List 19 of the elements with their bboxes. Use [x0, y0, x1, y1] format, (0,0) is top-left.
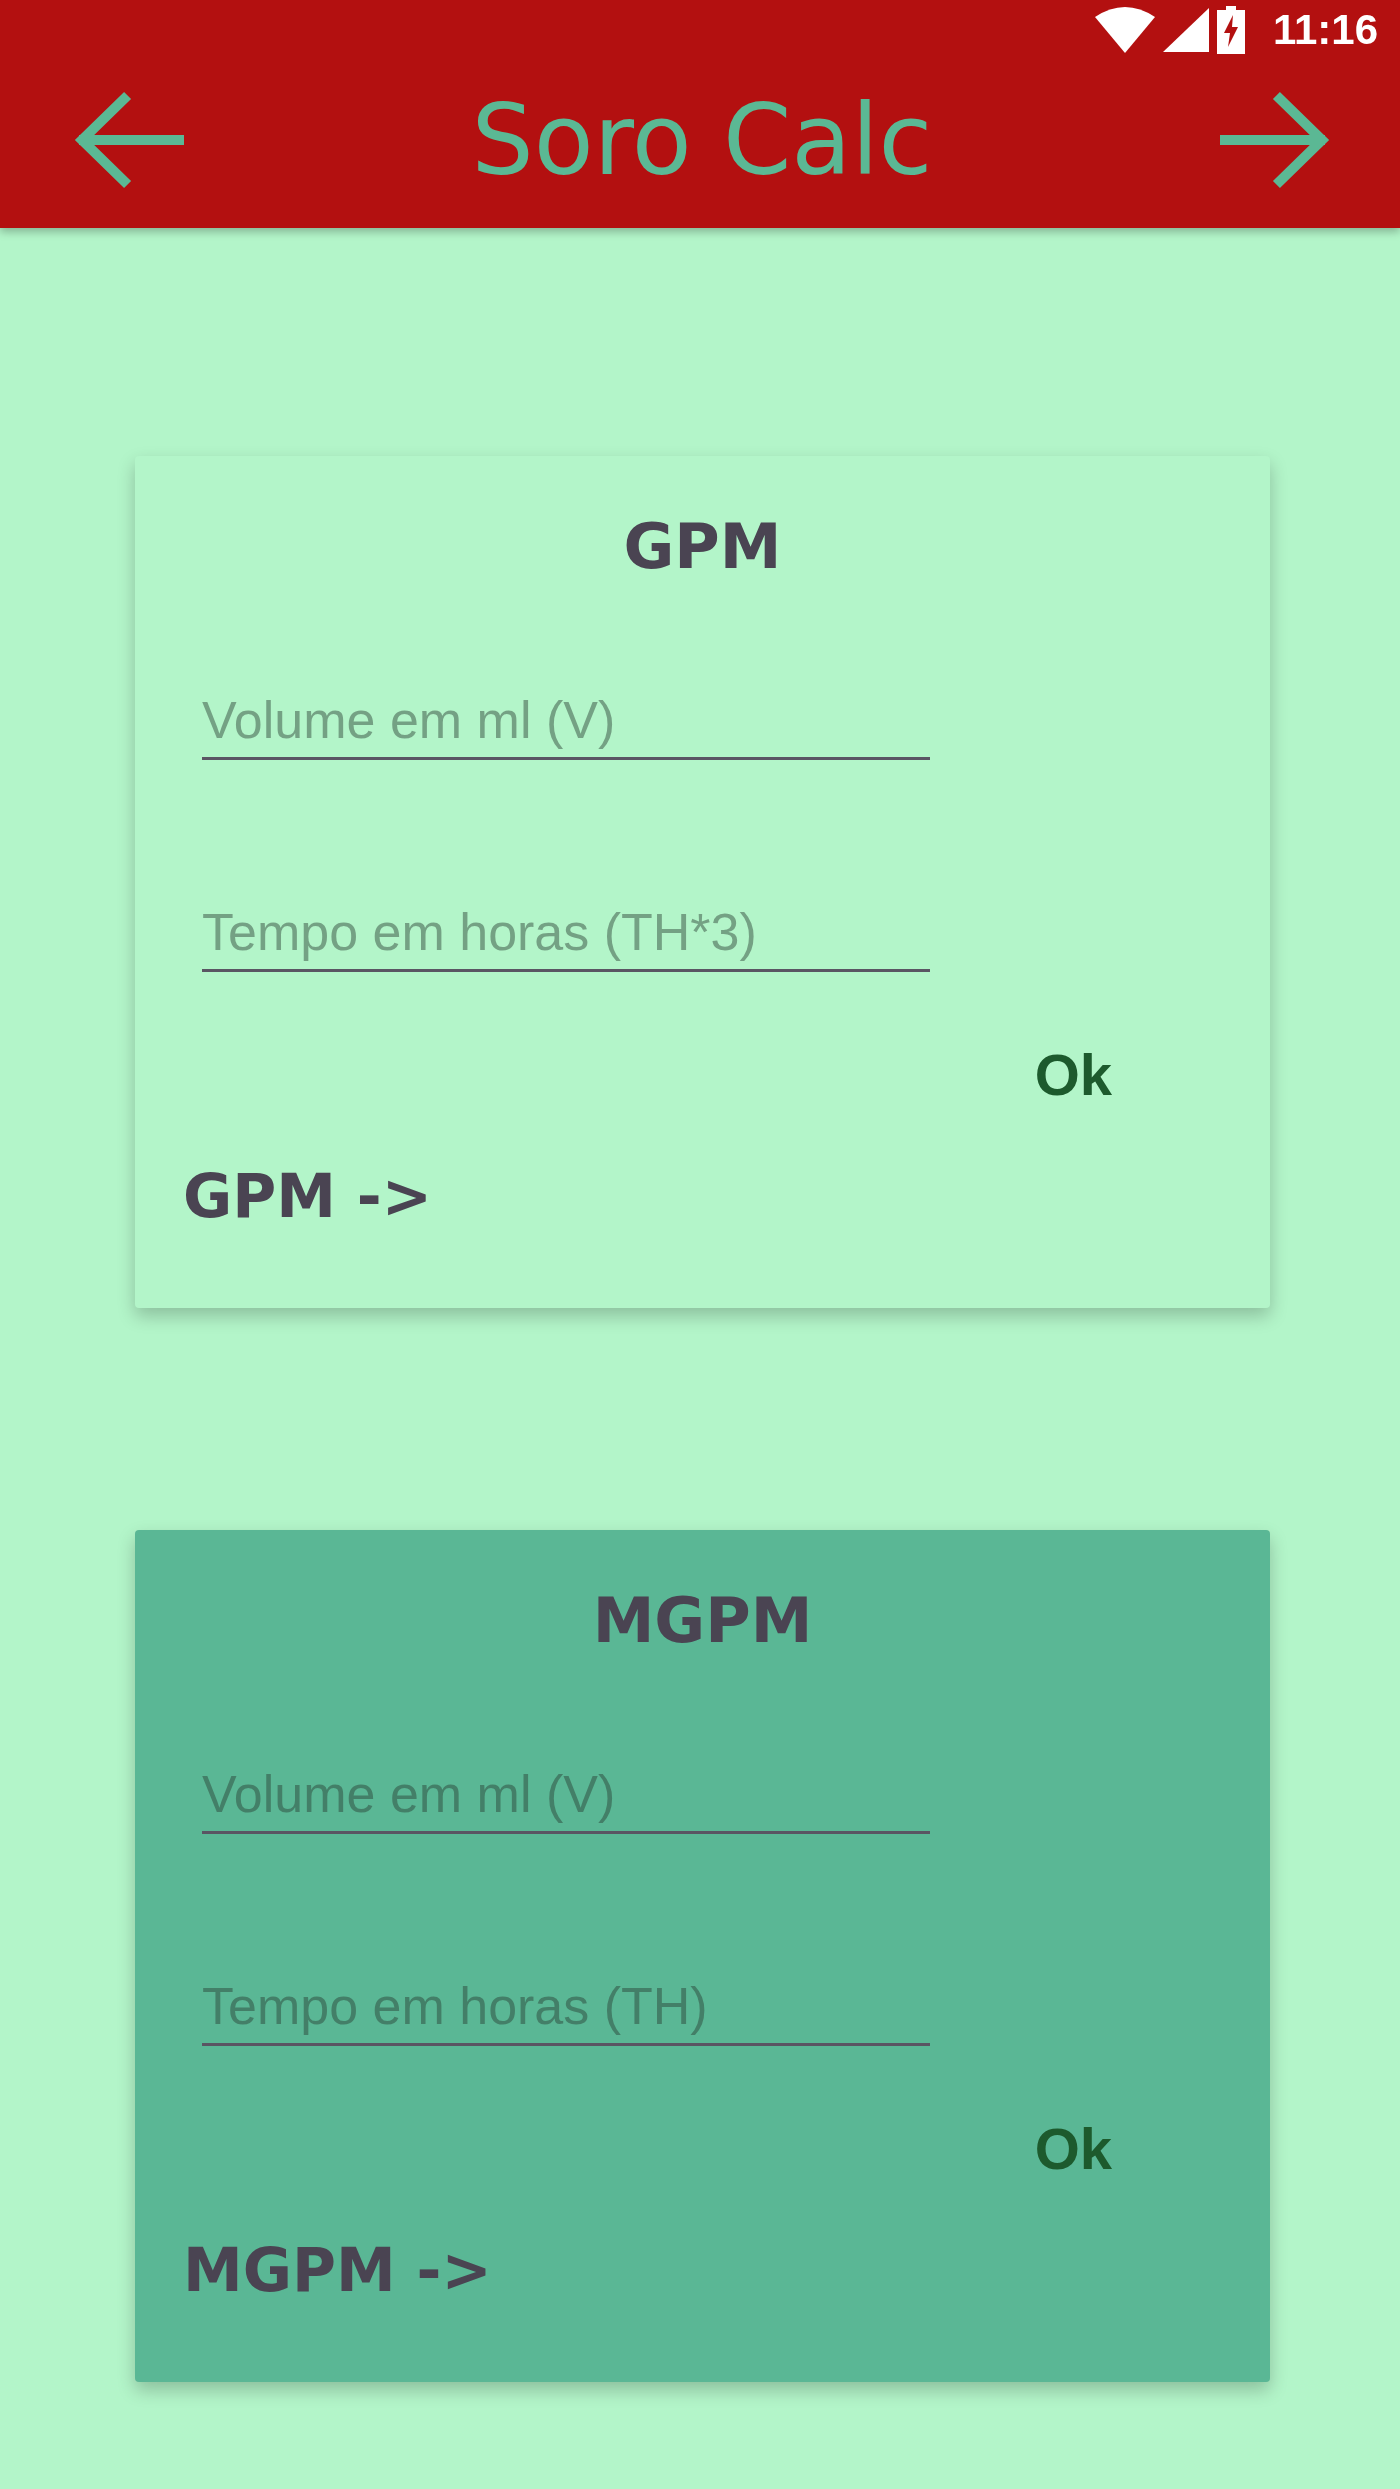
card-title: MGPM [592, 1590, 813, 1652]
forward-button[interactable] [1220, 91, 1330, 189]
app-title: Soro Calc [471, 91, 933, 189]
back-button[interactable] [74, 91, 184, 189]
input-field[interactable]: Tempo em horas (TH*3) [202, 900, 930, 972]
input-field[interactable]: Volume em ml (V) [202, 688, 930, 760]
status-time: 11:16 [1272, 9, 1378, 51]
input-field[interactable]: Volume em ml (V) [202, 1762, 930, 1834]
card-title: GPM [623, 516, 782, 578]
arrow-left-icon [74, 91, 184, 189]
result-label: MGPM -> [183, 2240, 492, 2300]
input-field[interactable]: Tempo em horas (TH) [202, 1974, 930, 2046]
arrow-right-icon [1220, 91, 1330, 189]
ok-button[interactable]: Ok [1014, 1042, 1132, 1108]
wifi-icon [1094, 7, 1155, 53]
signal-icon [1162, 8, 1209, 52]
result-label: GPM -> [183, 1166, 432, 1226]
ok-button[interactable]: Ok [1014, 2116, 1132, 2182]
battery-charging-icon [1216, 6, 1245, 54]
